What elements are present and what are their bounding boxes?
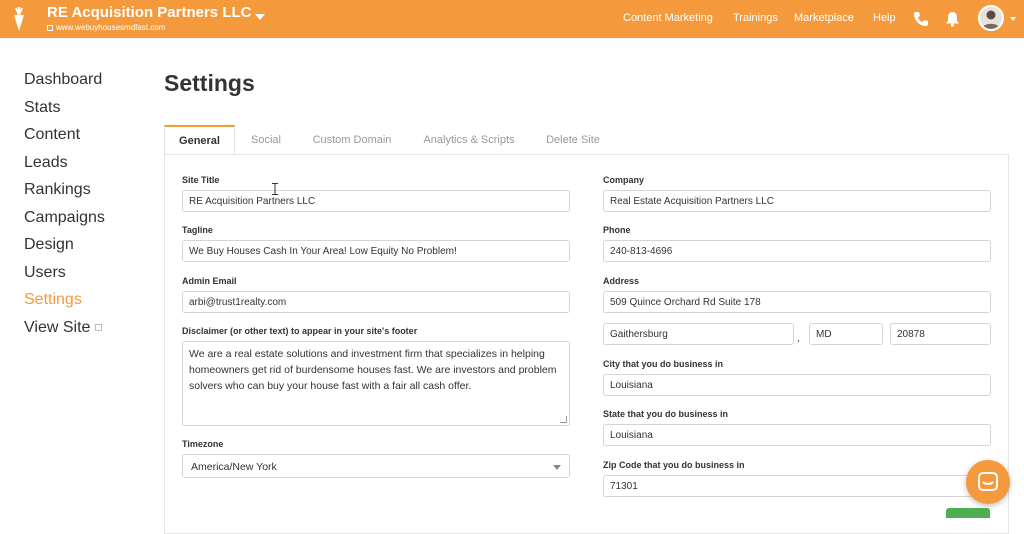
company-input[interactable]: Real Estate Acquisition Partners LLC <box>603 190 991 212</box>
sidebar-item-content[interactable]: Content <box>24 123 144 151</box>
tab-general[interactable]: General <box>164 125 235 155</box>
tab-custom-domain[interactable]: Custom Domain <box>304 126 400 156</box>
nav-content-marketing[interactable]: Content Marketing <box>623 12 713 24</box>
address-comma: , <box>797 333 800 344</box>
sidebar-item-design[interactable]: Design <box>24 233 144 261</box>
sidebar-item-dashboard[interactable]: Dashboard <box>24 68 144 96</box>
admin-email-label: Admin Email <box>182 276 237 286</box>
state-input[interactable]: MD <box>809 323 883 345</box>
bell-icon[interactable] <box>945 11 960 27</box>
external-link-icon <box>47 24 53 31</box>
save-button[interactable] <box>946 508 990 518</box>
site-name[interactable]: RE Acquisition Partners LLC <box>47 4 251 21</box>
address-label: Address <box>603 276 640 286</box>
biz-state-label: State that you do business in <box>603 409 729 419</box>
external-link-icon <box>95 323 103 331</box>
biz-zip-label: Zip Code that you do business in <box>603 460 745 470</box>
sidebar-nav: Dashboard Stats Content Leads Rankings C… <box>24 68 144 343</box>
timezone-value: America/New York <box>191 461 277 473</box>
sidebar-item-campaigns[interactable]: Campaigns <box>24 206 144 234</box>
zip-input[interactable]: 20878 <box>890 323 991 345</box>
text-cursor-icon <box>272 183 278 195</box>
site-switcher-chevron-down-icon[interactable] <box>255 14 265 20</box>
chat-launcher-button[interactable] <box>966 460 1010 504</box>
sidebar-item-leads[interactable]: Leads <box>24 151 144 179</box>
biz-city-input[interactable]: Louisiana <box>603 374 991 396</box>
page-title: Settings <box>164 70 255 96</box>
account-chevron-down-icon[interactable] <box>1010 17 1016 21</box>
tagline-input[interactable]: We Buy Houses Cash In Your Area! Low Equ… <box>182 240 570 262</box>
tagline-label: Tagline <box>182 225 213 235</box>
user-photo-icon <box>982 10 1000 29</box>
biz-zip-input[interactable]: 71301 <box>603 475 991 497</box>
resize-handle[interactable] <box>560 416 567 423</box>
site-title-input[interactable]: RE Acquisition Partners LLC <box>182 190 570 212</box>
chevron-down-icon <box>553 465 561 470</box>
disclaimer-text: We are a real estate solutions and inves… <box>189 348 557 392</box>
nav-marketplace[interactable]: Marketplace <box>794 12 854 24</box>
city-input[interactable]: Gaithersburg <box>603 323 794 345</box>
sidebar-item-settings[interactable]: Settings <box>24 288 144 316</box>
site-url-text[interactable]: www.webuyhousesmdfast.com <box>56 23 165 32</box>
tab-analytics-scripts[interactable]: Analytics & Scripts <box>414 126 524 156</box>
disclaimer-textarea[interactable]: We are a real estate solutions and inves… <box>182 341 570 426</box>
phone-input[interactable]: 240-813-4696 <box>603 240 991 262</box>
tab-delete-site[interactable]: Delete Site <box>537 126 609 156</box>
sidebar-item-rankings[interactable]: Rankings <box>24 178 144 206</box>
site-url-link[interactable]: www.webuyhousesmdfast.com <box>47 23 165 32</box>
top-bar: RE Acquisition Partners LLC www.webuyhou… <box>0 0 1024 38</box>
sidebar-item-stats[interactable]: Stats <box>24 96 144 124</box>
timezone-select[interactable]: America/New York <box>182 454 570 478</box>
address-input[interactable]: 509 Quince Orchard Rd Suite 178 <box>603 291 991 313</box>
biz-city-label: City that you do business in <box>603 359 724 369</box>
admin-email-input[interactable]: arbi@trust1realty.com <box>182 291 570 313</box>
phone-icon[interactable] <box>913 11 929 27</box>
sidebar-item-view-site[interactable]: View Site <box>24 316 144 344</box>
phone-label: Phone <box>603 225 631 235</box>
timezone-label: Timezone <box>182 439 224 449</box>
sidebar-item-users[interactable]: Users <box>24 261 144 289</box>
user-avatar[interactable] <box>978 5 1004 31</box>
chat-icon <box>978 472 998 491</box>
sidebar-item-view-site-label[interactable]: View Site <box>24 319 90 336</box>
site-title-label: Site Title <box>182 175 220 185</box>
nav-trainings[interactable]: Trainings <box>733 12 778 24</box>
disclaimer-label: Disclaimer (or other text) to appear in … <box>182 326 418 336</box>
tab-social[interactable]: Social <box>240 126 292 156</box>
company-label: Company <box>603 175 645 185</box>
nav-help[interactable]: Help <box>873 12 896 24</box>
carrot-logo-icon[interactable] <box>8 6 30 32</box>
biz-state-input[interactable]: Louisiana <box>603 424 991 446</box>
